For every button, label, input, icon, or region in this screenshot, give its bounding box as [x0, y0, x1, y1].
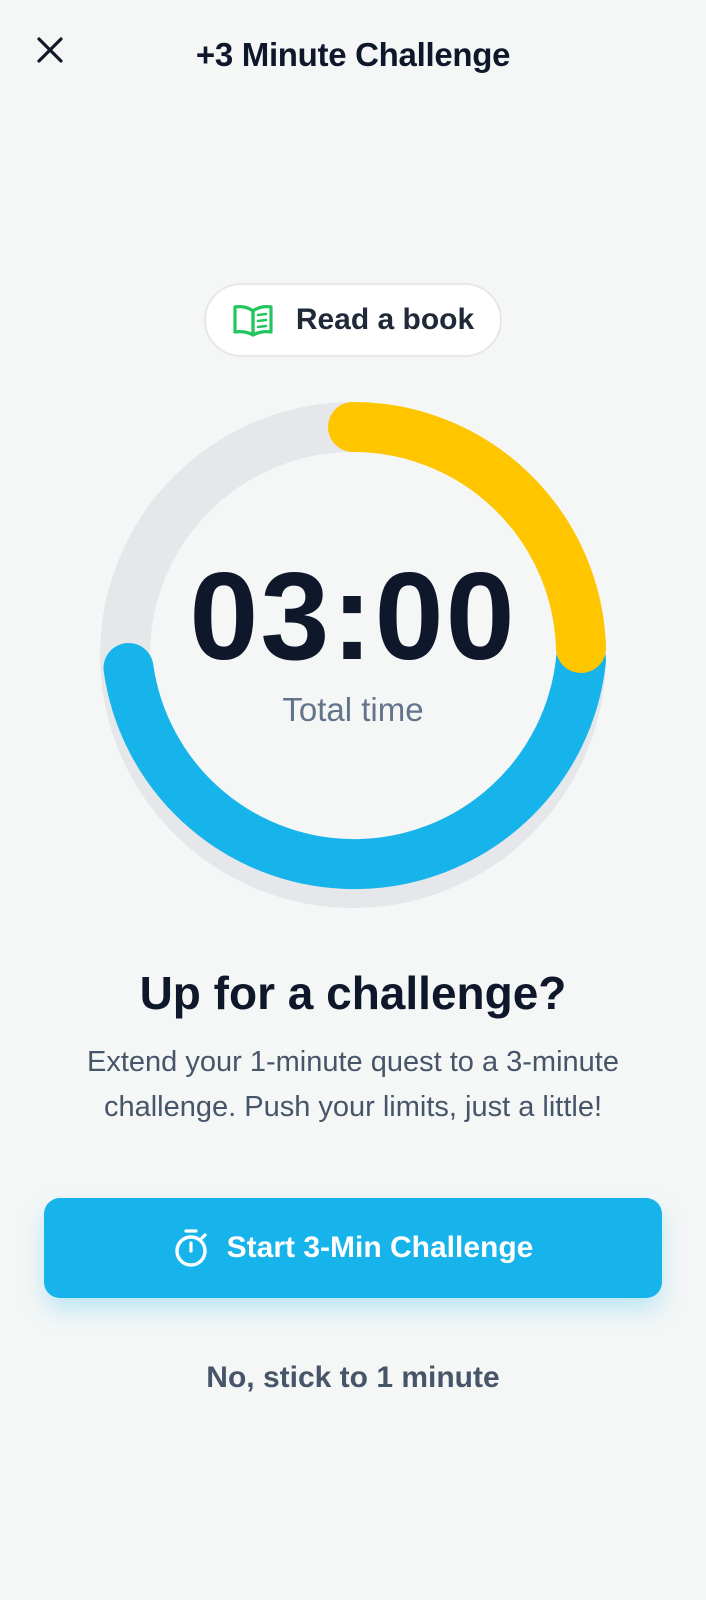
start-challenge-label: Start 3-Min Challenge — [226, 1231, 534, 1264]
challenge-description: Extend your 1-minute quest to a 3-minute… — [87, 1046, 619, 1123]
challenge-heading: Up for a challenge? — [139, 967, 567, 1019]
timer-ring: 03:00 Total time — [98, 400, 608, 910]
task-label: Read a book — [295, 303, 475, 336]
header: +3 Minute Challenge — [0, 0, 706, 112]
page-title: +3 Minute Challenge — [195, 36, 511, 73]
stopwatch-icon — [174, 1229, 207, 1267]
timer-center: 03:00 Total time — [98, 400, 608, 910]
timer-caption: Total time — [282, 691, 424, 728]
timer-value: 03:00 — [189, 548, 517, 686]
stick-to-one-minute-button[interactable]: No, stick to 1 minute — [153, 1352, 553, 1404]
task-pill: Read a book — [204, 283, 502, 357]
start-challenge-button[interactable]: Start 3-Min Challenge — [44, 1198, 662, 1298]
book-icon — [233, 305, 273, 337]
